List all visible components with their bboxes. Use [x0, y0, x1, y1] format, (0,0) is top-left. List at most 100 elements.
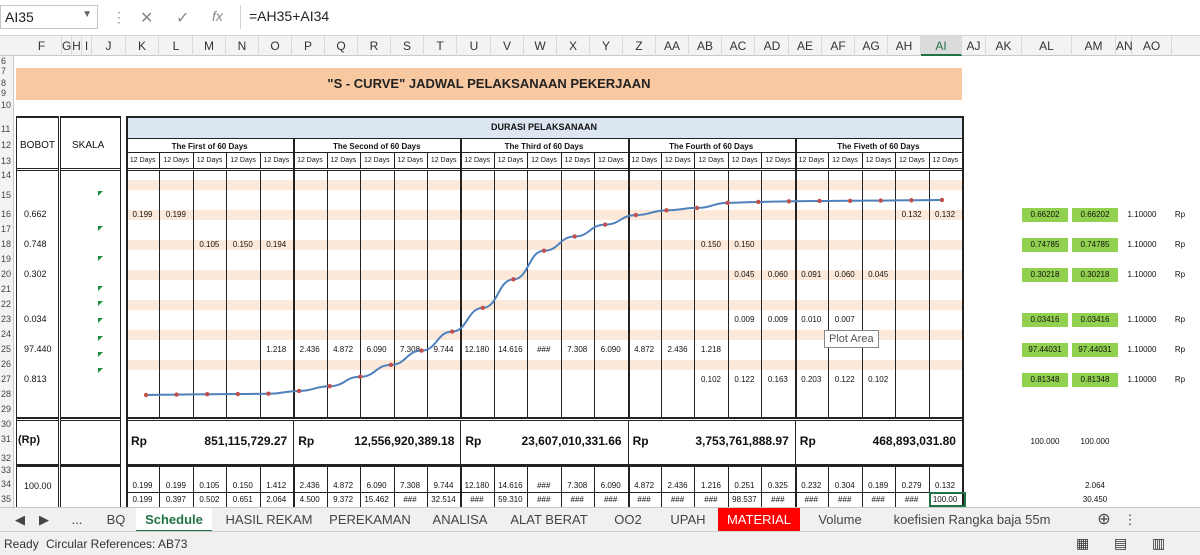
row-header[interactable]: 21 — [0, 284, 13, 294]
column-header[interactable]: AH — [888, 36, 921, 56]
row-header[interactable]: 14 — [0, 170, 13, 180]
row-header[interactable]: 17 — [0, 224, 13, 234]
sheet-grid[interactable]: "S - CURVE" JADWAL PELAKSANAAN PEKERJAAN… — [14, 56, 1200, 507]
row-header[interactable]: 25 — [0, 344, 13, 354]
column-header[interactable]: Q — [325, 36, 358, 56]
column-header[interactable]: AE — [789, 36, 822, 56]
sheet-tab[interactable]: Schedule — [136, 508, 212, 532]
row-header[interactable]: 19 — [0, 254, 13, 264]
column-header[interactable]: AC — [722, 36, 755, 56]
row-header[interactable]: 8 — [0, 78, 13, 88]
column-header[interactable]: F — [22, 36, 62, 56]
column-header[interactable]: H — [72, 36, 82, 56]
row-header[interactable]: 32 — [0, 453, 13, 463]
row-header[interactable]: 24 — [0, 329, 13, 339]
s-curve-line[interactable] — [145, 199, 943, 396]
sheet-tab[interactable]: Volume — [802, 508, 878, 532]
row-header[interactable]: 20 — [0, 269, 13, 279]
row-header[interactable]: 28 — [0, 389, 13, 399]
column-header[interactable]: P — [292, 36, 325, 56]
column-header[interactable]: AO — [1132, 36, 1172, 56]
row-header[interactable]: 15 — [0, 190, 13, 200]
row-header[interactable]: 12 — [0, 140, 13, 150]
column-header[interactable]: Z — [623, 36, 656, 56]
column-header[interactable]: AI — [921, 36, 962, 56]
name-box[interactable]: AI35 ▼ — [0, 5, 98, 29]
add-sheet-icon[interactable]: ⊕ — [1092, 508, 1116, 532]
page-break-icon[interactable]: ▥ — [1152, 535, 1165, 552]
column-header[interactable]: T — [424, 36, 457, 56]
row-header[interactable]: 26 — [0, 359, 13, 369]
column-header[interactable]: R — [358, 36, 391, 56]
s-curve-point[interactable] — [847, 198, 853, 203]
column-header[interactable]: S — [391, 36, 424, 56]
s-curve-point[interactable] — [419, 348, 424, 353]
column-header[interactable]: AL — [1022, 36, 1072, 56]
page-layout-icon[interactable]: ▤ — [1114, 535, 1127, 552]
row-header[interactable]: 23 — [0, 314, 13, 324]
row-header[interactable]: 13 — [0, 156, 13, 166]
row-header[interactable]: 30 — [0, 419, 13, 429]
sheet-tab[interactable]: HASIL REKAM — [214, 508, 324, 532]
s-curve-point[interactable] — [205, 392, 210, 397]
row-header[interactable]: 29 — [0, 404, 13, 414]
s-curve-point[interactable] — [603, 222, 608, 227]
column-header[interactable]: W — [524, 36, 557, 56]
column-header[interactable]: I — [82, 36, 92, 56]
formula-input[interactable]: =AH35+AI34 — [240, 5, 1198, 29]
column-header[interactable]: X — [557, 36, 590, 56]
s-curve-point[interactable] — [266, 391, 271, 396]
sheet-tab[interactable]: PEREKAMAN — [324, 508, 416, 532]
sheet-tab[interactable]: UPAH — [660, 508, 716, 532]
column-header[interactable]: AF — [822, 36, 855, 56]
sheet-tab[interactable]: MATERIAL — [718, 508, 800, 532]
column-header[interactable]: V — [491, 36, 524, 56]
row-header[interactable]: 33 — [0, 465, 13, 475]
sheet-tab[interactable]: koefisien Rangka baja 55m — [880, 508, 1064, 532]
s-curve-point[interactable] — [388, 362, 394, 368]
s-curve-point[interactable] — [939, 197, 945, 203]
s-curve-point[interactable] — [817, 198, 822, 204]
row-header[interactable]: 6 — [0, 56, 13, 66]
row-header[interactable]: 27 — [0, 374, 13, 384]
row-header[interactable]: 10 — [0, 100, 13, 110]
s-curve-point[interactable] — [725, 200, 730, 206]
sheet-tab[interactable]: ALAT BERAT — [504, 508, 594, 532]
column-header[interactable]: O — [259, 36, 292, 56]
column-header[interactable]: AK — [986, 36, 1022, 56]
column-header[interactable]: U — [458, 36, 491, 56]
row-header[interactable]: 31 — [0, 434, 13, 444]
row-header[interactable]: 11 — [0, 124, 13, 134]
s-curve-point[interactable] — [786, 199, 792, 204]
s-curve-point[interactable] — [878, 198, 883, 203]
row-header[interactable]: 9 — [0, 88, 13, 98]
s-curve-point[interactable] — [296, 388, 302, 394]
column-header[interactable]: AA — [656, 36, 689, 56]
row-header[interactable]: 18 — [0, 239, 13, 249]
s-curve-point[interactable] — [449, 329, 455, 334]
insert-function-icon[interactable]: fx — [212, 8, 223, 24]
s-curve-point[interactable] — [235, 391, 241, 397]
s-curve-point[interactable] — [358, 374, 363, 379]
column-header[interactable]: AG — [855, 36, 888, 56]
column-header[interactable]: AN — [1116, 36, 1133, 56]
s-curve-chart[interactable] — [14, 56, 1200, 507]
sheet-tab[interactable]: ANALISA — [418, 508, 502, 532]
sheet-tab[interactable]: ... — [62, 508, 92, 532]
s-curve-point[interactable] — [327, 384, 332, 389]
normal-view-icon[interactable]: ▦ — [1076, 535, 1089, 552]
tab-scroll-right-icon[interactable]: ▶ — [34, 508, 54, 532]
column-header[interactable]: AJ — [962, 36, 986, 56]
s-curve-point[interactable] — [511, 277, 516, 282]
tab-scroll-left-icon[interactable]: ◀ — [10, 508, 30, 532]
column-header[interactable]: AB — [689, 36, 722, 56]
s-curve-point[interactable] — [694, 205, 700, 211]
s-curve-point[interactable] — [541, 248, 547, 253]
column-header[interactable]: J — [92, 36, 126, 56]
row-header[interactable]: 7 — [0, 66, 13, 76]
column-header[interactable]: M — [193, 36, 226, 56]
sheet-tab[interactable]: BQ — [96, 508, 136, 532]
s-curve-point[interactable] — [572, 234, 577, 239]
sheet-tab[interactable]: OO2 — [596, 508, 660, 532]
chevron-down-icon[interactable]: ▼ — [82, 9, 92, 20]
